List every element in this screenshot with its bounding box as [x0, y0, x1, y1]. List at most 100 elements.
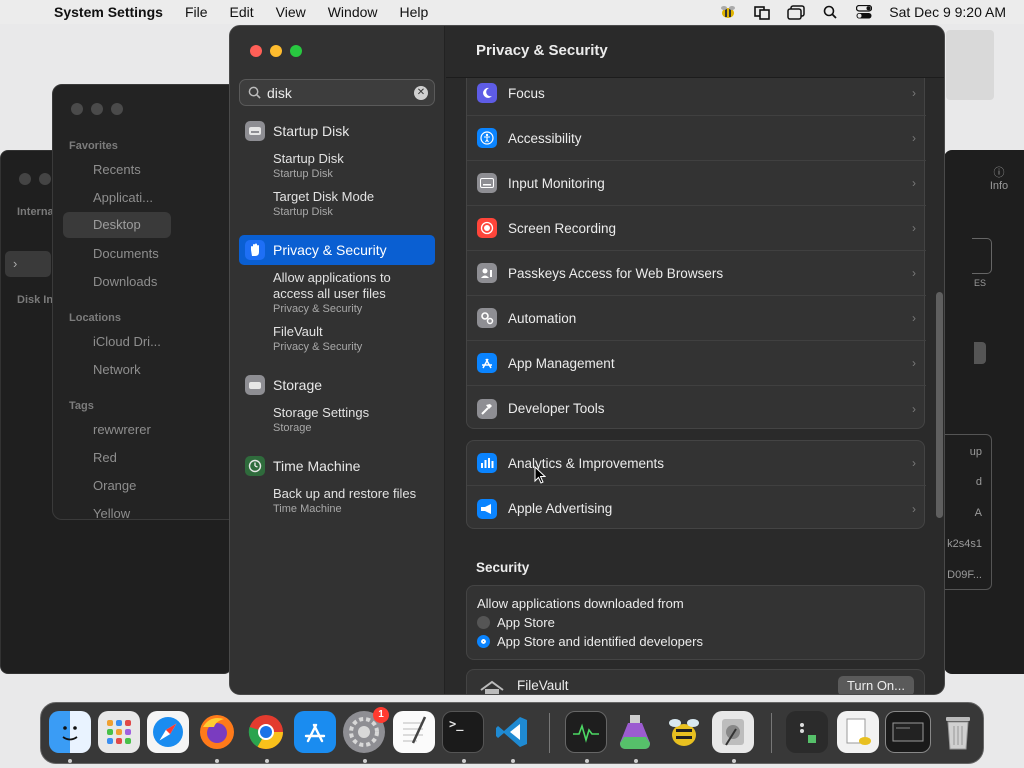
finder-tags-label: Tags — [69, 400, 94, 412]
search-input[interactable] — [267, 84, 407, 101]
close-window-button[interactable] — [250, 45, 262, 57]
result-time-machine-label: Time Machine — [273, 458, 361, 474]
windows-icon[interactable] — [779, 0, 813, 24]
disk-info-table — [944, 434, 992, 590]
row-automation[interactable]: Automation › — [467, 296, 926, 341]
activity-monitor-app-icon[interactable] — [565, 711, 607, 753]
result-sub-startup-disk[interactable]: Startup Disk Startup Disk — [273, 151, 433, 181]
result-sub-target-disk-mode[interactable]: Target Disk Mode Startup Disk — [273, 189, 433, 219]
row-input-monitoring[interactable]: Input Monitoring › — [467, 161, 926, 206]
downloads-stack-icon[interactable] — [786, 711, 828, 753]
vscode-app-icon[interactable] — [491, 711, 533, 753]
terminal-app-icon[interactable]: >_ — [442, 711, 484, 753]
documents-stack-icon[interactable] — [837, 711, 879, 753]
finder-tag-orange[interactable]: Orange — [93, 478, 136, 493]
chrome-app-icon[interactable] — [245, 711, 287, 753]
radio-identified-dot[interactable] — [477, 635, 490, 648]
firefox-app-icon[interactable] — [196, 711, 238, 753]
control-center-icon[interactable] — [847, 0, 881, 24]
menu-view[interactable]: View — [265, 4, 317, 20]
finder-item-downloads[interactable]: Downloads — [93, 274, 157, 289]
result-privacy-security-label: Privacy & Security — [273, 242, 387, 258]
minimize-window-button[interactable] — [270, 45, 282, 57]
result-storage[interactable]: Storage — [239, 370, 435, 400]
finder-item-desktop[interactable]: Desktop — [63, 212, 171, 238]
vscode-running-indicator — [511, 759, 515, 763]
finder-app-icon[interactable] — [49, 711, 91, 753]
result-sub-title: Storage Settings — [273, 405, 370, 420]
radio-app-store[interactable]: App Store — [477, 615, 914, 630]
finder-tag-rewwrerer[interactable]: rewwrerer — [93, 422, 151, 437]
finder-item-icloud[interactable]: iCloud Dri... — [93, 334, 161, 349]
terminal-running-indicator — [462, 759, 466, 763]
row-accessibility[interactable]: Accessibility › — [467, 116, 926, 161]
disk-info-window: ⓘ Info ES up d A k2s4s1 D09F... — [944, 150, 1024, 674]
menu-app-name[interactable]: System Settings — [50, 4, 174, 20]
radio-identified-developers[interactable]: App Store and identified developers — [477, 634, 914, 649]
result-sub-allow-applications[interactable]: Allow applications to access all user fi… — [273, 270, 433, 316]
row-app-management[interactable]: App Management › — [467, 341, 926, 386]
trash-icon[interactable] — [937, 711, 979, 753]
disk-utility-expand-chevron-icon[interactable]: › — [5, 251, 51, 277]
content-scrollbar[interactable] — [936, 292, 943, 518]
spotlight-search-icon[interactable] — [813, 0, 847, 24]
menu-edit[interactable]: Edit — [219, 4, 265, 20]
dock: 1 >_ — [40, 702, 984, 764]
menu-window[interactable]: Window — [317, 4, 389, 20]
screenshot-stack-icon[interactable] — [885, 711, 931, 753]
row-passkeys[interactable]: Passkeys Access for Web Browsers › — [467, 251, 926, 296]
result-sub-filevault[interactable]: FileVault Privacy & Security — [273, 324, 433, 354]
textedit-app-icon[interactable] — [393, 711, 435, 753]
finder-window-lights — [71, 103, 123, 115]
info-icon[interactable]: ⓘ Info — [984, 164, 1014, 192]
row-apple-advertising[interactable]: Apple Advertising › — [467, 486, 926, 531]
result-sub-back-up[interactable]: Back up and restore files Time Machine — [273, 486, 433, 516]
analytics-group: Analytics & Improvements › Apple Adverti… — [466, 440, 926, 531]
menu-clock[interactable]: Sat Dec 9 9:20 AM — [881, 4, 1024, 20]
disk-utility-lights — [19, 173, 51, 185]
disk-info-button[interactable] — [974, 342, 986, 364]
radio-app-store-dot[interactable] — [477, 616, 490, 629]
activity-monitor-running-indicator — [585, 759, 589, 763]
row-developer-tools[interactable]: Developer Tools › — [467, 386, 926, 431]
menu-help[interactable]: Help — [389, 4, 440, 20]
filevault-turn-on-button[interactable]: Turn On... — [837, 676, 914, 694]
result-sub-storage-settings[interactable]: Storage Settings Storage — [273, 405, 433, 435]
dock-separator — [549, 713, 550, 753]
finder-tag-yellow[interactable]: Yellow — [93, 506, 130, 519]
zoom-window-button[interactable] — [290, 45, 302, 57]
dock-separator — [771, 713, 772, 753]
result-time-machine[interactable]: Time Machine — [239, 451, 435, 481]
row-automation-label: Automation — [508, 310, 577, 326]
finder-item-documents[interactable]: Documents — [93, 246, 159, 261]
disk-utility-pro-app-icon[interactable] — [614, 711, 656, 753]
allow-apps-label: Allow applications downloaded from — [477, 596, 684, 611]
row-screen-recording[interactable]: Screen Recording › — [467, 206, 926, 251]
finder-tag-red[interactable]: Red — [93, 450, 117, 465]
result-privacy-security[interactable]: Privacy & Security — [239, 235, 435, 265]
desktop-file-icon[interactable] — [946, 30, 994, 100]
app-store-app-icon[interactable] — [294, 711, 336, 753]
system-settings-app-icon[interactable]: 1 — [343, 707, 389, 753]
hammer-icon — [477, 398, 497, 419]
finder-item-applications[interactable]: Applicati... — [93, 190, 153, 205]
safari-app-icon[interactable] — [147, 711, 189, 753]
bee-status-icon[interactable] — [711, 0, 745, 24]
settings-search-field[interactable]: ✕ — [239, 79, 435, 106]
hand-raised-icon — [245, 240, 265, 260]
clear-search-icon[interactable]: ✕ — [414, 86, 428, 100]
result-startup-disk[interactable]: Startup Disk — [239, 116, 435, 146]
finder-item-recents[interactable]: Recents — [93, 162, 141, 177]
chevron-right-icon: › — [912, 501, 916, 516]
disk-utility-app-icon[interactable] — [712, 711, 754, 753]
cyberduck-app-icon[interactable] — [663, 711, 705, 753]
chevron-right-icon: › — [912, 356, 916, 370]
app-store-icon — [477, 353, 497, 373]
finder-item-network[interactable]: Network — [93, 362, 141, 377]
disk-utility-disk-label: Disk In — [17, 294, 54, 306]
finder-running-indicator — [68, 759, 72, 763]
launchpad-app-icon[interactable] — [98, 711, 140, 753]
screen-share-icon[interactable] — [745, 0, 779, 24]
result-sub-category: Startup Disk — [273, 206, 333, 218]
menu-file[interactable]: File — [174, 4, 219, 20]
